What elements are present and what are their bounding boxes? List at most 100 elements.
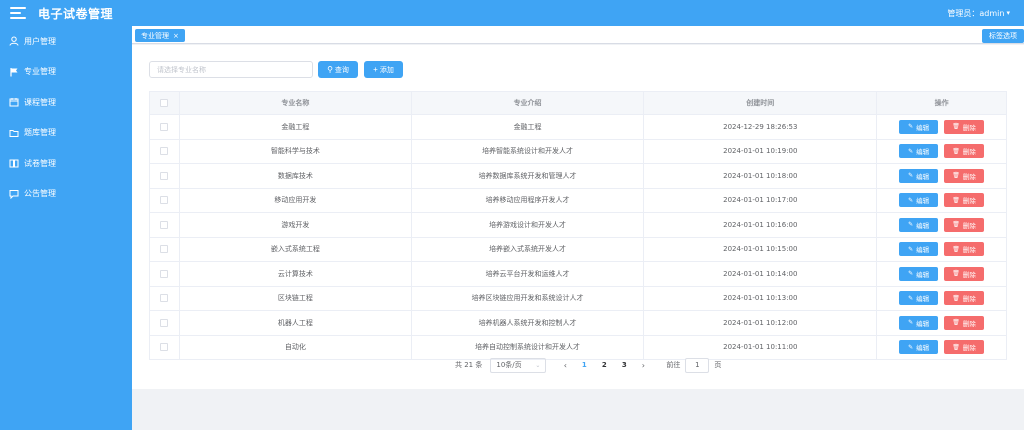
edit-button[interactable]: ✎ 编辑 [899,315,939,330]
row-checkbox[interactable] [160,269,169,278]
sidebar-item-label: 题库管理 [24,128,56,138]
delete-button[interactable]: 🗑 删除 [944,168,985,183]
row-actions: ✎ 编辑 🗑 删除 [877,335,1008,359]
delete-button[interactable]: 🗑 删除 [944,217,985,232]
edit-button[interactable]: ✎ 编辑 [899,144,939,159]
row-checkbox[interactable] [160,245,169,254]
tab-major-management[interactable]: 专业管理 × [135,29,185,42]
delete-label: 删除 [962,198,976,206]
edit-icon: ✎ [908,271,914,278]
trash-icon: 🗑 [952,197,960,204]
row-checkbox[interactable] [160,122,169,131]
delete-label: 删除 [962,271,976,279]
edit-icon: ✎ [908,246,914,253]
goto-page: 前往 页 [666,357,721,373]
row-checkbox[interactable] [160,196,169,205]
sidebar-item-label: 公告管理 [24,189,56,199]
edit-label: 编辑 [916,222,930,230]
edit-button[interactable]: ✎ 编辑 [899,217,939,232]
flag-icon [9,67,19,77]
row-actions: ✎ 编辑 🗑 删除 [877,286,1008,310]
edit-label: 编辑 [916,296,930,304]
page-3[interactable]: 3 [614,361,634,369]
next-page-button[interactable]: › [634,361,652,370]
page-size-select[interactable]: 10条/页 ⌄ [490,357,547,373]
created-time: 2024-01-01 10:11:00 [644,335,878,359]
menu-toggle-icon[interactable] [10,7,26,19]
delete-button[interactable]: 🗑 删除 [944,144,985,159]
pagination: 共 21 条 10条/页 ⌄ ‹ 1 2 3 › 前往 页 [455,357,721,373]
created-time: 2024-01-01 10:15:00 [644,237,878,261]
tag-options-button[interactable]: 标签选项 [982,29,1024,43]
edit-button[interactable]: ✎ 编辑 [899,291,939,306]
plus-icon: + [373,65,378,74]
major-intro: 培养云平台开发和运维人才 [412,262,645,286]
delete-label: 删除 [962,149,976,157]
sidebar-item-courses[interactable]: 课程管理 [0,87,132,118]
delete-button[interactable]: 🗑 删除 [944,266,985,281]
delete-button[interactable]: 🗑 删除 [944,193,985,208]
row-checkbox[interactable] [160,147,169,156]
row-checkbox[interactable] [160,343,169,352]
row-actions: ✎ 编辑 🗑 删除 [877,213,1008,237]
edit-button[interactable]: ✎ 编辑 [899,340,939,355]
user-label: 管理员：admin [947,8,1005,18]
delete-button[interactable]: 🗑 删除 [944,315,985,330]
trash-icon: 🗑 [952,124,960,131]
edit-button[interactable]: ✎ 编辑 [899,266,939,281]
calendar-icon [9,97,19,107]
select-all-checkbox[interactable] [160,99,169,107]
edit-label: 编辑 [916,124,930,132]
delete-label: 删除 [962,124,976,132]
sidebar-item-label: 用户管理 [24,36,56,46]
page-2[interactable]: 2 [594,361,614,369]
tag-bar: 专业管理 × 标签选项 [132,26,1024,44]
user-menu[interactable]: 管理员：admin ▾ [947,0,1010,26]
row-actions: ✎ 编辑 🗑 删除 [877,262,1008,286]
edit-label: 编辑 [916,247,930,255]
row-checkbox[interactable] [160,220,169,229]
table-row: 移动应用开发 培养移动应用程序开发人才 2024-01-01 10:17:00 … [150,188,1008,213]
sidebar-item-question-bank[interactable]: 题库管理 [0,118,132,149]
prev-page-button[interactable]: ‹ [556,361,574,370]
page-1[interactable]: 1 [574,361,594,369]
edit-label: 编辑 [916,345,930,353]
row-checkbox[interactable] [160,171,169,180]
row-actions: ✎ 编辑 🗑 删除 [877,115,1008,139]
created-time: 2024-12-29 18:26:53 [644,115,878,139]
delete-button[interactable]: 🗑 删除 [944,242,985,257]
created-time: 2024-01-01 10:14:00 [644,262,878,286]
delete-button[interactable]: 🗑 删除 [944,340,985,355]
page-size-value: 10条/页 [496,361,522,369]
goto-page-input[interactable] [685,357,710,373]
major-name-search-input[interactable] [149,61,313,78]
sidebar-item-majors[interactable]: 专业管理 [0,57,132,88]
search-icon: ⚲ [327,65,333,74]
delete-button[interactable]: 🗑 删除 [944,119,985,134]
delete-label: 删除 [962,247,976,255]
query-button[interactable]: ⚲ 查询 [318,61,358,78]
row-checkbox[interactable] [160,318,169,327]
sidebar-item-users[interactable]: 用户管理 [0,26,132,57]
trash-icon: 🗑 [952,222,960,229]
edit-button[interactable]: ✎ 编辑 [899,168,939,183]
edit-button[interactable]: ✎ 编辑 [899,193,939,208]
query-button-label: 查询 [334,66,349,74]
created-time: 2024-01-01 10:19:00 [644,139,878,163]
folder-icon [9,128,19,138]
edit-button[interactable]: ✎ 编辑 [899,119,939,134]
app-title: 电子试卷管理 [38,6,114,21]
major-name: 移动应用开发 [180,188,412,212]
delete-button[interactable]: 🗑 删除 [944,291,985,306]
major-intro: 培养游戏设计和开发人才 [412,213,645,237]
major-name: 自动化 [180,335,412,359]
sidebar-item-papers[interactable]: 试卷管理 [0,148,132,179]
sidebar-item-announcements[interactable]: 公告管理 [0,179,132,210]
add-button[interactable]: + 添加 [364,61,403,78]
row-actions: ✎ 编辑 🗑 删除 [877,237,1008,261]
edit-button[interactable]: ✎ 编辑 [899,242,939,257]
row-checkbox[interactable] [160,294,169,303]
close-icon[interactable]: × [173,32,179,40]
main-content: ⚲ 查询 + 添加 专业名称 专业介绍 创建时间 操作 金融工程 金融工程 20… [132,44,1024,430]
trash-icon: 🗑 [952,271,960,278]
